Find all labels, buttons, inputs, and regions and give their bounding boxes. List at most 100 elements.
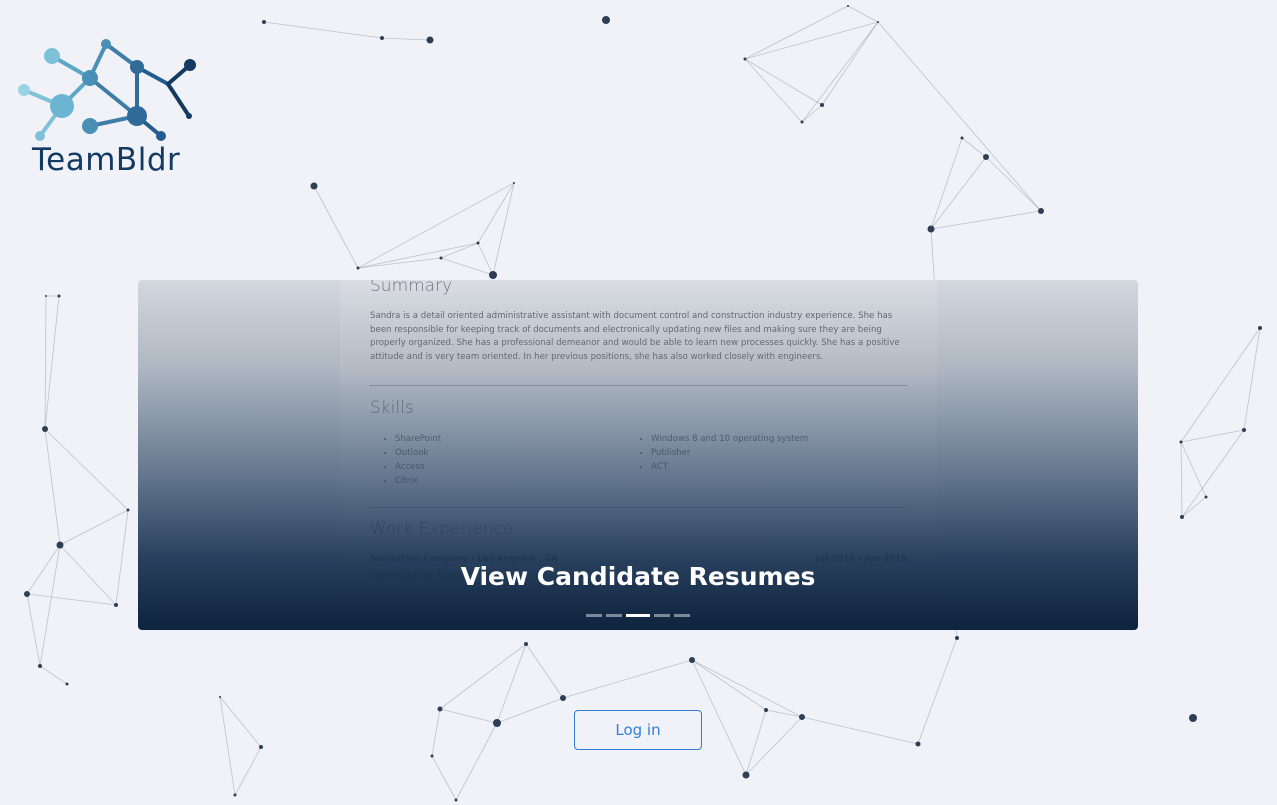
carousel-indicator[interactable] [586,614,602,617]
network-node [820,103,824,107]
network-edge [877,21,1042,212]
network-node [915,741,921,747]
network-edge [440,242,479,259]
network-edge [439,708,498,724]
network-edge [930,137,963,230]
network-node [430,754,434,758]
network-node [233,793,237,797]
network-edge [1243,327,1261,431]
skills-list-right: Windows 8 and 10 operating system Publis… [626,432,808,474]
network-edge [745,709,767,776]
network-edge [961,137,987,158]
network-node [1242,428,1246,432]
summary-heading: Summary [370,280,453,296]
network-edge [39,544,61,667]
network-edge [801,21,879,123]
resume-carousel[interactable]: Summary Sandra is a detail oriented admi… [138,280,1138,630]
network-edge [691,659,803,718]
network-edge [431,708,441,757]
network-node [426,36,434,44]
network-edge [381,37,431,41]
network-edge [1181,429,1245,518]
section-divider [370,385,907,386]
network-node [799,714,805,720]
network-edge [691,659,767,711]
network-edge [745,716,803,776]
network-edge [917,637,958,745]
list-item: Citrix [395,474,441,488]
network-node [513,182,515,184]
network-node [65,682,69,686]
network-node [1204,495,1208,499]
list-item: Publisher [651,446,808,460]
network-node [439,256,443,260]
network-edge [821,21,879,106]
network-edge [1180,327,1261,443]
network-node [983,154,989,160]
list-item: Access [395,460,441,474]
network-node [437,706,443,712]
network-node [219,696,221,698]
network-node [927,225,935,233]
list-item: ACT [651,460,808,474]
network-edge [263,21,383,39]
section-divider [370,507,907,508]
network-edge [59,544,117,606]
network-node [476,241,480,245]
network-edge [765,709,803,718]
network-node [454,798,458,802]
network-edge [744,5,849,60]
network-node [742,771,750,779]
network-node [847,5,849,7]
network-edge [562,659,693,699]
network-edge [985,156,1042,212]
network-node [602,16,610,24]
carousel-indicator[interactable] [606,614,622,617]
network-node [489,271,497,279]
brand-name: TeamBldr [32,142,181,178]
network-edge [496,643,527,724]
network-node [57,294,61,298]
network-edge [744,21,879,60]
network-edge [44,295,60,430]
network-node [960,136,964,140]
network-node [56,541,64,549]
network-edge [234,746,262,796]
network-node [524,642,528,646]
network-edge [930,156,987,230]
skills-heading: Skills [370,398,414,418]
network-node [493,719,501,727]
network-node [310,182,318,190]
network-edge [431,755,457,801]
network-edge [439,643,527,710]
network-node [1180,515,1184,519]
network-edge [440,257,494,276]
landing-page: TeamBldr Summary Sandra is a detail orie… [0,0,1277,805]
network-edge [492,182,515,276]
network-node [262,20,266,24]
network-edge [477,242,494,276]
network-edge [26,544,61,595]
network-node [42,426,48,432]
network-node [764,708,768,712]
network-node [689,657,695,663]
carousel-indicator-active[interactable] [626,614,650,617]
network-node [259,745,263,749]
carousel-caption: View Candidate Resumes [460,562,816,591]
network-node [356,266,360,270]
network-node [1179,440,1183,444]
network-node [114,603,118,607]
login-button[interactable]: Log in [574,710,702,750]
network-edge [496,697,564,724]
network-node [45,295,47,297]
carousel-indicator[interactable] [654,614,670,617]
network-node [877,21,879,23]
network-edge [744,58,823,106]
network-node [126,508,130,512]
network-edge [455,722,498,801]
network-edge [801,716,919,745]
carousel-indicator[interactable] [674,614,690,617]
network-edge [26,593,117,606]
network-edge [59,509,129,546]
network-node [1258,326,1262,330]
